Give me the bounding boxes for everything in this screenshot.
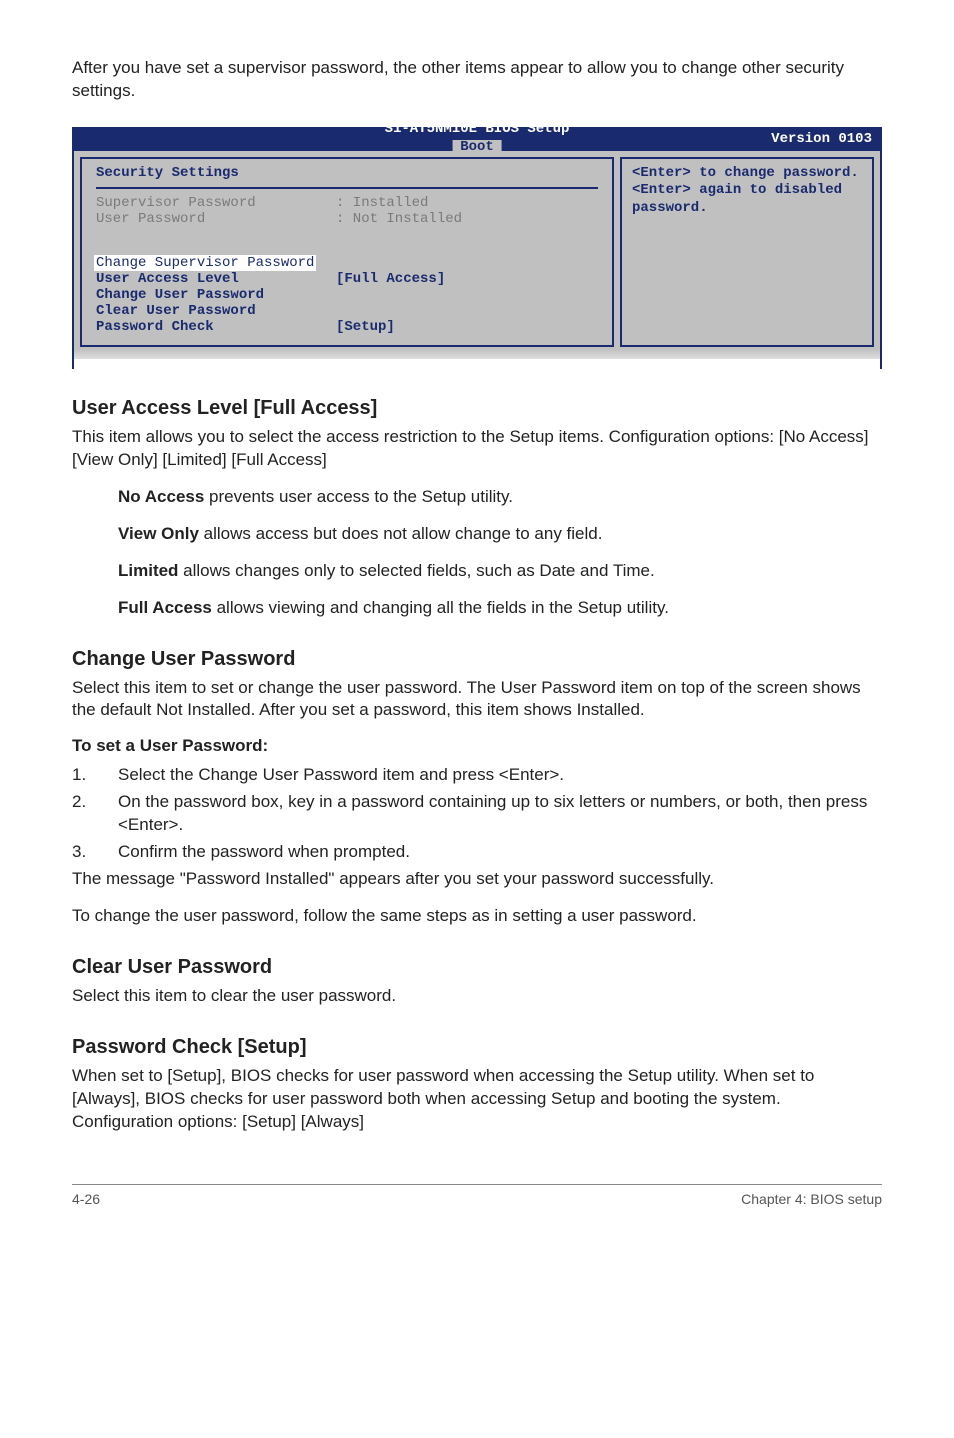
step-3-text: Confirm the password when prompted. xyxy=(118,841,882,864)
set-user-password-steps: 1. Select the Change User Password item … xyxy=(72,764,882,864)
change-user-password-desc: Select this item to set or change the us… xyxy=(72,677,882,723)
clear-user-password-row: Clear User Password xyxy=(96,303,598,319)
footer-page-number: 4-26 xyxy=(72,1191,100,1207)
set-user-password-subhead: To set a User Password: xyxy=(72,736,882,756)
view-only-bold: View Only xyxy=(118,524,199,543)
user-access-level-row: User Access Level [Full Access] xyxy=(96,271,598,287)
full-access-bold: Full Access xyxy=(118,598,212,617)
change-supervisor-password-row: Change Supervisor Password xyxy=(96,255,598,271)
change-password-note: To change the user password, follow the … xyxy=(72,905,882,928)
change-user-password-heading: Change User Password xyxy=(72,648,882,671)
user-access-level-label: User Access Level xyxy=(96,271,336,287)
supervisor-password-value: : Installed xyxy=(336,195,428,211)
password-check-value: [Setup] xyxy=(336,319,395,335)
user-access-level-desc: This item allows you to select the acces… xyxy=(72,426,882,472)
intro-paragraph: After you have set a supervisor password… xyxy=(72,57,882,103)
step-1-text: Select the Change User Password item and… xyxy=(118,764,882,787)
no-access-text: prevents user access to the Setup utilit… xyxy=(204,487,513,506)
no-access-line: No Access prevents user access to the Se… xyxy=(118,486,882,509)
change-user-password-label: Change User Password xyxy=(96,287,336,303)
bios-version: Version 0103 xyxy=(771,131,872,147)
user-password-value: : Not Installed xyxy=(336,211,462,227)
bios-tab-boot: Boot xyxy=(452,140,502,155)
clear-user-password-desc: Select this item to clear the user passw… xyxy=(72,985,882,1008)
bios-section-title: Security Settings xyxy=(96,165,598,185)
step-2-text: On the password box, key in a password c… xyxy=(118,791,882,837)
user-password-label: User Password xyxy=(96,211,336,227)
bios-help-line-2: <Enter> again to disabled password. xyxy=(632,182,862,217)
step-1-number: 1. xyxy=(72,764,118,787)
change-user-password-row: Change User Password xyxy=(96,287,598,303)
password-check-label: Password Check xyxy=(96,319,336,335)
step-2: 2. On the password box, key in a passwor… xyxy=(72,791,882,837)
clear-user-password-heading: Clear User Password xyxy=(72,956,882,979)
page-footer: 4-26 Chapter 4: BIOS setup xyxy=(72,1184,882,1207)
bios-help-panel: <Enter> to change password. <Enter> agai… xyxy=(620,157,874,347)
clear-user-password-label: Clear User Password xyxy=(96,303,336,319)
full-access-line: Full Access allows viewing and changing … xyxy=(118,597,882,620)
bios-left-panel: Security Settings Supervisor Password : … xyxy=(80,157,614,347)
step-2-number: 2. xyxy=(72,791,118,837)
password-check-heading: Password Check [Setup] xyxy=(72,1036,882,1059)
limited-bold: Limited xyxy=(118,561,178,580)
limited-text: allows changes only to selected fields, … xyxy=(178,561,654,580)
user-access-level-value: [Full Access] xyxy=(336,271,445,287)
bios-screenshot: x S1-AT5NM10E BIOS Setup Boot Version 01… xyxy=(72,127,882,369)
view-only-text: allows access but does not allow change … xyxy=(199,524,603,543)
supervisor-password-label: Supervisor Password xyxy=(96,195,336,211)
step-1: 1. Select the Change User Password item … xyxy=(72,764,882,787)
user-password-row: User Password : Not Installed xyxy=(96,211,598,227)
bios-title: S1-AT5NM10E BIOS Setup xyxy=(385,122,570,137)
bios-title-bar: x S1-AT5NM10E BIOS Setup Boot Version 01… xyxy=(72,127,882,151)
limited-line: Limited allows changes only to selected … xyxy=(118,560,882,583)
footer-chapter: Chapter 4: BIOS setup xyxy=(741,1191,882,1207)
no-access-bold: No Access xyxy=(118,487,204,506)
full-access-text: allows viewing and changing all the fiel… xyxy=(212,598,669,617)
bios-fade xyxy=(72,347,882,369)
supervisor-password-row: Supervisor Password : Installed xyxy=(96,195,598,211)
change-supervisor-password-label: Change Supervisor Password xyxy=(94,255,316,271)
view-only-line: View Only allows access but does not all… xyxy=(118,523,882,546)
bios-help-line-1: <Enter> to change password. xyxy=(632,165,862,183)
password-check-desc: When set to [Setup], BIOS checks for use… xyxy=(72,1065,882,1134)
password-check-row: Password Check [Setup] xyxy=(96,319,598,335)
password-installed-note: The message "Password Installed" appears… xyxy=(72,868,882,891)
step-3: 3. Confirm the password when prompted. xyxy=(72,841,882,864)
user-access-level-heading: User Access Level [Full Access] xyxy=(72,397,882,420)
step-3-number: 3. xyxy=(72,841,118,864)
